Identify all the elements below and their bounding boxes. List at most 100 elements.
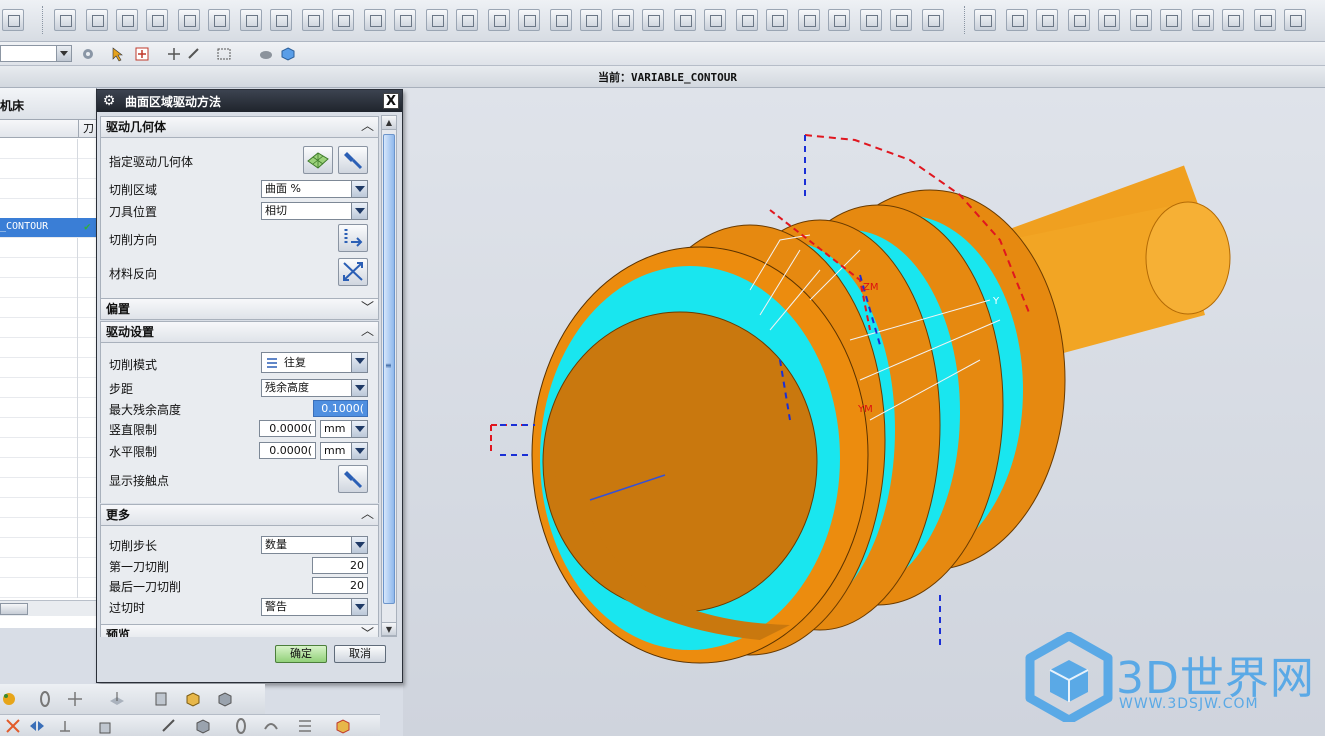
toolbar-button[interactable] (1160, 9, 1182, 31)
horizontal-limit-unit-dropdown[interactable]: mm (320, 442, 368, 460)
type-filter-dropdown[interactable] (0, 45, 72, 62)
list-item[interactable] (0, 558, 96, 578)
select-cursor-icon[interactable] (110, 46, 126, 62)
toolbar-button[interactable] (798, 9, 820, 31)
toolbar-button[interactable] (1130, 9, 1152, 31)
toolbar-button[interactable] (974, 9, 996, 31)
list-item[interactable] (0, 518, 96, 538)
chevron-down-icon[interactable] (351, 203, 367, 219)
sketch-icon[interactable] (160, 717, 178, 735)
toolbar-button[interactable] (1192, 9, 1214, 31)
list-item[interactable] (0, 478, 96, 498)
attach-icon[interactable] (232, 717, 250, 735)
toolbar-button[interactable] (642, 9, 664, 31)
list-item[interactable] (0, 378, 96, 398)
text-tool-icon[interactable] (2, 9, 24, 31)
point-filter-icon[interactable] (134, 46, 150, 62)
toolbar-button[interactable] (890, 9, 912, 31)
first-cut-input[interactable]: 20 (312, 557, 368, 574)
toolbar-button[interactable] (394, 9, 416, 31)
chevron-down-icon[interactable]: ﹀ (361, 299, 374, 319)
toolbar-button[interactable] (736, 9, 758, 31)
toolbar-button[interactable] (1098, 9, 1120, 31)
box-select-icon[interactable] (216, 46, 232, 62)
list-item[interactable] (0, 318, 96, 338)
horizontal-limit-input[interactable]: 0.0000( (259, 442, 316, 459)
datum-icon[interactable] (152, 690, 170, 708)
list-item[interactable] (0, 438, 96, 458)
section-preview-header[interactable]: 预览 ﹀ (100, 624, 379, 637)
toolbar-button[interactable] (270, 9, 292, 31)
toolbar-button[interactable] (1006, 9, 1028, 31)
scroll-down-icon[interactable]: ▼ (382, 622, 396, 636)
toolbar-button[interactable] (1068, 9, 1090, 31)
extend-icon[interactable] (186, 46, 202, 62)
list-item[interactable] (0, 338, 96, 358)
vertical-limit-unit-dropdown[interactable]: mm (320, 420, 368, 438)
list-item[interactable] (0, 358, 96, 378)
list-item[interactable] (0, 179, 96, 199)
last-cut-input[interactable]: 20 (312, 577, 368, 594)
section-offset-header[interactable]: 偏置 ﹀ (100, 298, 379, 320)
toolbar-button[interactable] (580, 9, 602, 31)
toolbar-button[interactable] (828, 9, 850, 31)
toolbar-button[interactable] (240, 9, 262, 31)
toolbar-button[interactable] (302, 9, 324, 31)
move-icon[interactable] (166, 46, 182, 62)
assembly-icon[interactable] (334, 717, 352, 735)
list-item[interactable] (0, 298, 96, 318)
list-item-selected[interactable]: _CONTOUR ✔ (0, 218, 96, 238)
toolbar-button[interactable] (1036, 9, 1058, 31)
toolbar-button[interactable] (518, 9, 540, 31)
scroll-up-icon[interactable]: ▲ (382, 116, 396, 130)
pattern-icon[interactable] (296, 717, 314, 735)
toolbar-button[interactable] (208, 9, 230, 31)
list-item[interactable] (0, 458, 96, 478)
list-item[interactable] (0, 139, 96, 159)
toolbar-button[interactable] (116, 9, 138, 31)
cut-step-dropdown[interactable]: 数量 (261, 536, 368, 554)
tool-column-header[interactable]: 刀 (78, 120, 94, 138)
toolbar-button[interactable] (674, 9, 696, 31)
close-button[interactable]: X (383, 93, 399, 109)
specify-drive-geometry-button[interactable] (303, 146, 333, 174)
scrollbar-thumb[interactable] (0, 603, 28, 615)
chevron-down-icon[interactable] (351, 537, 367, 553)
chevron-down-icon[interactable] (351, 380, 367, 396)
link-icon[interactable] (36, 690, 54, 708)
toolbar-button[interactable] (54, 9, 76, 31)
cancel-button[interactable]: 取消 (334, 645, 386, 663)
chevron-down-icon[interactable] (56, 46, 71, 61)
toolbar-button[interactable] (146, 9, 168, 31)
show-contact-button[interactable] (338, 465, 368, 493)
toolbar-button[interactable] (766, 9, 788, 31)
chevron-down-icon[interactable] (351, 599, 367, 615)
toolbar-button[interactable] (364, 9, 386, 31)
list-item[interactable] (0, 538, 96, 558)
chevron-up-icon[interactable]: ︿ (361, 117, 374, 137)
navigator-horizontal-scrollbar[interactable] (0, 600, 96, 616)
chevron-down-icon[interactable] (351, 353, 367, 372)
cut-direction-button[interactable] (338, 224, 368, 252)
gear-icon[interactable]: ⚙ (101, 93, 117, 109)
toolbar-button[interactable] (612, 9, 634, 31)
sweep-icon[interactable] (262, 717, 280, 735)
solid-icon[interactable] (216, 690, 234, 708)
chevron-down-icon[interactable] (351, 181, 367, 197)
ok-button[interactable]: 确定 (275, 645, 327, 663)
toolbar-button[interactable] (922, 9, 944, 31)
list-item[interactable] (0, 199, 96, 219)
cube-view-icon[interactable] (280, 46, 296, 62)
extrude-icon[interactable] (96, 717, 114, 735)
chevron-down-icon[interactable]: ﹀ (361, 625, 374, 637)
list-item[interactable] (0, 498, 96, 518)
toolbar-button[interactable] (86, 9, 108, 31)
material-reverse-button[interactable] (338, 258, 368, 286)
toolbar-button[interactable] (332, 9, 354, 31)
hole-icon[interactable] (194, 717, 212, 735)
stepover-dropdown[interactable]: 残余高度 (261, 379, 368, 397)
chevron-down-icon[interactable] (351, 421, 367, 437)
toolbar-button[interactable] (456, 9, 478, 31)
mirror-icon[interactable] (28, 717, 46, 735)
dialog-titlebar[interactable]: ⚙ 曲面区域驱动方法 X (97, 90, 402, 112)
